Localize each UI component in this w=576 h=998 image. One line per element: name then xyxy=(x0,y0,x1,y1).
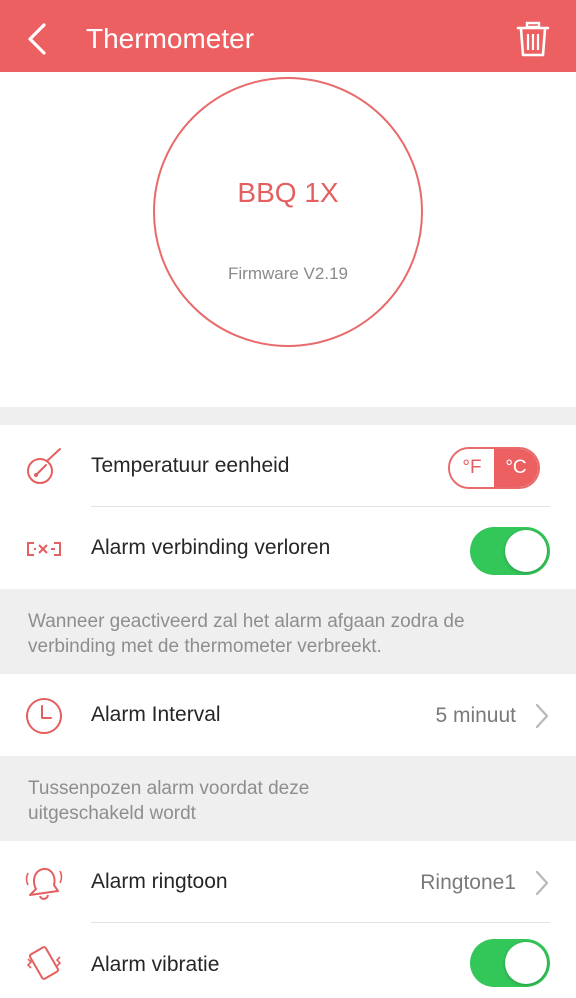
app-header: Thermometer xyxy=(0,0,576,72)
chevron-right-icon xyxy=(535,870,549,896)
thermometer-gauge-icon xyxy=(27,448,61,484)
alarm-ringtone-label: Alarm ringtoon xyxy=(91,870,228,893)
connection-alarm-toggle[interactable] xyxy=(470,527,550,575)
temp-unit-label: Temperatuur eenheid xyxy=(91,454,290,477)
alarm-interval-value: 5 minuut xyxy=(435,704,516,727)
toggle-knob xyxy=(505,942,547,984)
trash-icon[interactable] xyxy=(514,20,552,58)
alarm-vibration-label: Alarm vibratie xyxy=(91,953,220,976)
chevron-left-icon[interactable] xyxy=(24,22,52,56)
vibrating-phone-icon xyxy=(26,946,62,980)
alarm-interval-row[interactable]: Alarm Interval 5 minuut xyxy=(0,674,576,756)
disconnected-link-icon xyxy=(27,542,61,556)
connection-alarm-label: Alarm verbinding verloren xyxy=(91,536,331,559)
connection-alarm-note: Wanneer geactiveerd zal het alarm afgaan… xyxy=(0,589,576,674)
alarm-ringtone-row[interactable]: Alarm ringtoon Ringtone1 xyxy=(0,841,576,923)
connection-alarm-row: Alarm verbinding verloren xyxy=(0,507,576,589)
alarm-interval-label: Alarm Interval xyxy=(91,703,221,726)
device-badge: BBQ 1X Firmware V2.19 xyxy=(153,77,423,347)
alarm-vibration-row: Alarm vibratie xyxy=(0,923,576,998)
unit-celsius-option[interactable]: °C xyxy=(494,449,538,487)
alarm-interval-note: Tussenpozen alarm voordat deze uitgescha… xyxy=(0,756,576,841)
toggle-knob xyxy=(505,530,547,572)
temp-unit-row: Temperatuur eenheid °F °C xyxy=(0,425,576,507)
page-title: Thermometer xyxy=(86,23,255,54)
temp-unit-toggle[interactable]: °F °C xyxy=(448,447,540,489)
unit-fahrenheit-option[interactable]: °F xyxy=(450,449,494,487)
bell-icon xyxy=(25,867,63,900)
alarm-ringtone-value: Ringtone1 xyxy=(420,871,516,894)
clock-icon xyxy=(26,698,62,734)
firmware-version: Firmware V2.19 xyxy=(228,264,348,283)
alarm-vibration-toggle[interactable] xyxy=(470,939,550,987)
section-separator xyxy=(0,407,576,425)
device-name: BBQ 1X xyxy=(237,177,339,208)
chevron-right-icon xyxy=(535,703,549,729)
